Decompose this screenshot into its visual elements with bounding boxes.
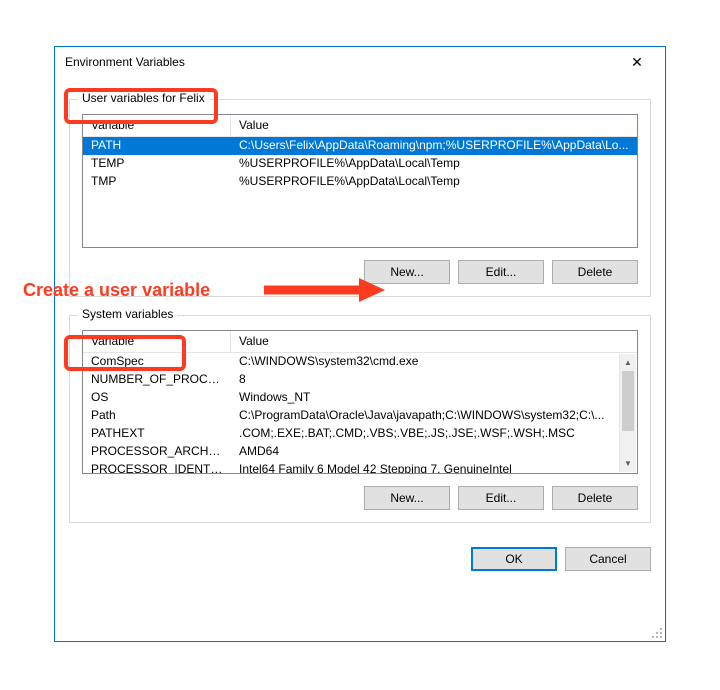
cell-variable: Path xyxy=(83,407,231,425)
user-delete-button[interactable]: Delete xyxy=(552,260,638,284)
table-row[interactable]: TMP%USERPROFILE%\AppData\Local\Temp xyxy=(83,173,637,191)
column-value[interactable]: Value xyxy=(231,115,637,136)
table-row[interactable]: PATHC:\Users\Felix\AppData\Roaming\npm;%… xyxy=(83,137,637,155)
cell-variable: NUMBER_OF_PROCESSORS xyxy=(83,371,231,389)
env-vars-dialog: Environment Variables ✕ User variables f… xyxy=(54,46,666,642)
system-new-button[interactable]: New... xyxy=(364,486,450,510)
cell-value: %USERPROFILE%\AppData\Local\Temp xyxy=(231,155,637,173)
cell-variable: OS xyxy=(83,389,231,407)
titlebar[interactable]: Environment Variables ✕ xyxy=(55,47,665,77)
cell-variable: TEMP xyxy=(83,155,231,173)
table-row[interactable]: OSWindows_NT xyxy=(83,389,620,407)
table-row[interactable]: PATHEXT.COM;.EXE;.BAT;.CMD;.VBS;.VBE;.JS… xyxy=(83,425,620,443)
cell-value: .COM;.EXE;.BAT;.CMD;.VBS;.VBE;.JS;.JSE;.… xyxy=(231,425,620,443)
cell-value: Windows_NT xyxy=(231,389,620,407)
column-variable[interactable]: Variable xyxy=(83,331,231,352)
dialog-title: Environment Variables xyxy=(65,55,615,69)
close-icon: ✕ xyxy=(631,55,643,69)
user-edit-button[interactable]: Edit... xyxy=(458,260,544,284)
cell-value: Intel64 Family 6 Model 42 Stepping 7, Ge… xyxy=(231,461,620,473)
cell-variable: ComSpec xyxy=(83,353,231,371)
scroll-down-icon[interactable]: ▼ xyxy=(620,455,636,472)
close-button[interactable]: ✕ xyxy=(615,48,659,76)
list-header[interactable]: Variable Value xyxy=(83,115,637,137)
system-edit-button[interactable]: Edit... xyxy=(458,486,544,510)
ok-button[interactable]: OK xyxy=(471,547,557,571)
list-header[interactable]: Variable Value xyxy=(83,331,637,353)
cell-value: %USERPROFILE%\AppData\Local\Temp xyxy=(231,173,637,191)
cell-value: C:\WINDOWS\system32\cmd.exe xyxy=(231,353,620,371)
table-row[interactable]: PROCESSOR_ARCHITECTUREAMD64 xyxy=(83,443,620,461)
user-group-label: User variables for Felix xyxy=(78,91,209,105)
user-variables-list[interactable]: Variable Value PATHC:\Users\Felix\AppDat… xyxy=(82,114,638,248)
cell-variable: PATHEXT xyxy=(83,425,231,443)
system-group-label: System variables xyxy=(78,307,177,321)
table-row[interactable]: PROCESSOR_IDENTIFIERIntel64 Family 6 Mod… xyxy=(83,461,620,473)
scroll-thumb[interactable] xyxy=(622,371,634,431)
table-row[interactable]: NUMBER_OF_PROCESSORS8 xyxy=(83,371,620,389)
table-row[interactable]: PathC:\ProgramData\Oracle\Java\javapath;… xyxy=(83,407,620,425)
resize-grip-icon[interactable] xyxy=(649,625,663,639)
system-variables-list[interactable]: Variable Value ComSpecC:\WINDOWS\system3… xyxy=(82,330,638,474)
system-delete-button[interactable]: Delete xyxy=(552,486,638,510)
user-variables-group: User variables for Felix Variable Value … xyxy=(69,99,651,297)
column-variable[interactable]: Variable xyxy=(83,115,231,136)
cell-variable: TMP xyxy=(83,173,231,191)
cell-variable: PROCESSOR_IDENTIFIER xyxy=(83,461,231,473)
cell-variable: PROCESSOR_ARCHITECTURE xyxy=(83,443,231,461)
cell-variable: PATH xyxy=(83,137,231,155)
column-value[interactable]: Value xyxy=(231,331,637,352)
table-row[interactable]: TEMP%USERPROFILE%\AppData\Local\Temp xyxy=(83,155,637,173)
table-row[interactable]: ComSpecC:\WINDOWS\system32\cmd.exe xyxy=(83,353,620,371)
cancel-button[interactable]: Cancel xyxy=(565,547,651,571)
cell-value: C:\Users\Felix\AppData\Roaming\npm;%USER… xyxy=(231,137,637,155)
cell-value: 8 xyxy=(231,371,620,389)
cell-value: AMD64 xyxy=(231,443,620,461)
cell-value: C:\ProgramData\Oracle\Java\javapath;C:\W… xyxy=(231,407,620,425)
scroll-up-icon[interactable]: ▲ xyxy=(620,354,636,371)
user-new-button[interactable]: New... xyxy=(364,260,450,284)
scrollbar[interactable]: ▲ ▼ xyxy=(619,354,636,472)
system-variables-group: System variables Variable Value ComSpecC… xyxy=(69,315,651,523)
